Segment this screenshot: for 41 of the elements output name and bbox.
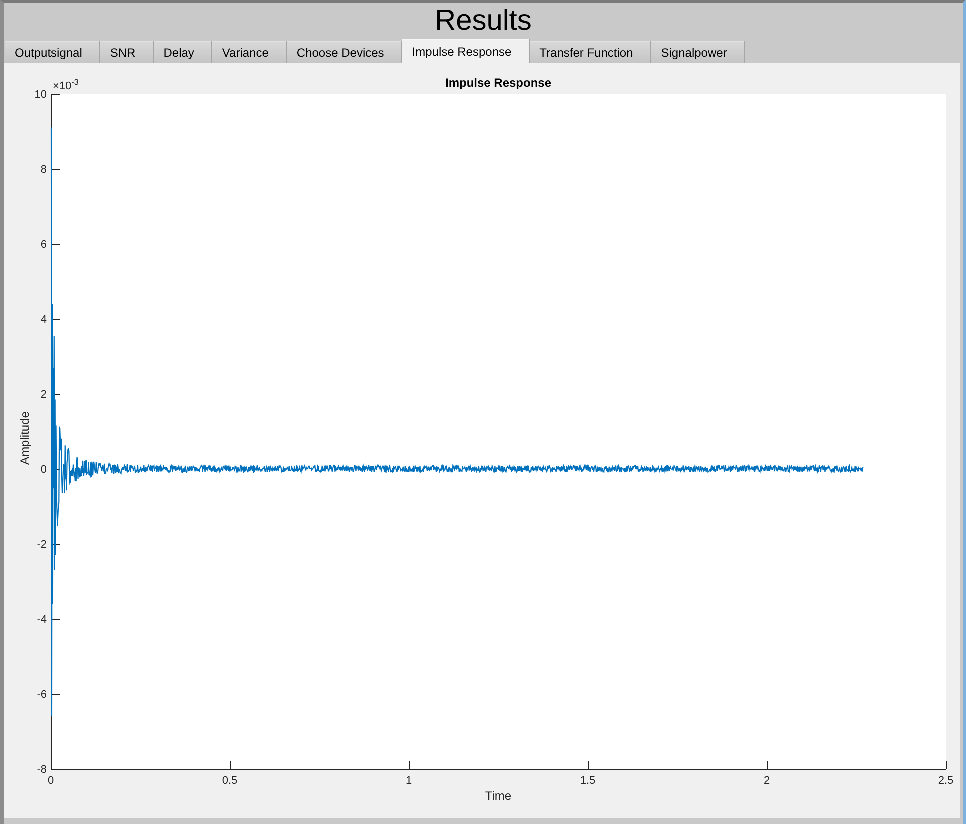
- y-tick-label: -2: [37, 539, 47, 551]
- x-tick-label: 2: [764, 775, 770, 787]
- x-tick-label: 0: [48, 775, 54, 787]
- plot-title: Impulse Response: [445, 76, 552, 90]
- x-axis-label: Time: [485, 789, 512, 803]
- y-tick-mark: [52, 94, 60, 95]
- tab[interactable]: Variance: [212, 41, 287, 63]
- y-tick-label: 0: [40, 464, 47, 476]
- y-tick-mark: [52, 319, 60, 320]
- y-tick-label: 4: [40, 314, 47, 326]
- y-tick-mark: [52, 694, 60, 695]
- x-tick-label: 1.5: [580, 775, 596, 787]
- tab[interactable]: Signalpower: [651, 41, 746, 63]
- y-tick-label: -4: [37, 614, 47, 626]
- tab[interactable]: Impulse Response: [402, 39, 530, 63]
- x-tick-mark: [230, 760, 231, 770]
- y-tick-label: -6: [37, 689, 47, 701]
- x-tick-mark: [946, 760, 947, 770]
- x-tick-label: 0.5: [222, 775, 238, 787]
- x-tick-mark: [767, 760, 768, 770]
- y-tick-mark: [52, 544, 60, 545]
- tab[interactable]: Outputsignal: [5, 41, 100, 63]
- y-tick-label: 10: [34, 89, 47, 101]
- tab[interactable]: Transfer Function: [530, 41, 652, 63]
- y-tick-label: -8: [37, 764, 47, 776]
- window-title: Results: [434, 4, 533, 39]
- y-tick-label: 6: [40, 239, 47, 251]
- y-tick-mark: [52, 619, 60, 620]
- y-axis-label: Amplitude: [18, 412, 32, 465]
- tab[interactable]: Choose Devices: [286, 41, 402, 63]
- y-tick-label: 2: [40, 389, 47, 401]
- y-tick-mark: [52, 244, 60, 245]
- x-tick-label: 2.5: [938, 775, 954, 787]
- x-tick-label: 1: [406, 775, 412, 787]
- y-tick-label: 8: [40, 164, 47, 176]
- x-tick-mark: [588, 760, 589, 770]
- y-tick-mark: [52, 169, 60, 170]
- axis-exponent: ×10$^{-3}$: [53, 77, 79, 94]
- x-tick-mark: [409, 760, 410, 770]
- tab[interactable]: SNR: [100, 41, 154, 63]
- tab[interactable]: Delay: [154, 41, 212, 63]
